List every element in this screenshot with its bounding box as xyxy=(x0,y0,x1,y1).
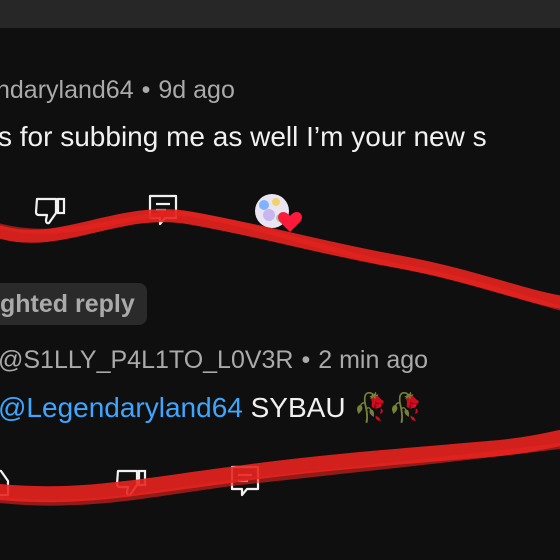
creator-heart-icon xyxy=(278,212,302,232)
thumbs-down-icon xyxy=(34,197,66,225)
dislike-button[interactable] xyxy=(34,196,66,226)
highlighted-reply-badge: ghted reply xyxy=(0,283,147,325)
reply-text: @Legendaryland64 SYBAU 🥀🥀 xyxy=(0,391,423,424)
thumbs-down-icon xyxy=(115,469,147,497)
reply-author[interactable]: @S1LLY_P4L1TO_L0V3R xyxy=(0,346,293,374)
reply-meta: @S1LLY_P4L1TO_L0V3R • 2 min ago xyxy=(0,346,428,375)
comment-time[interactable]: 9d ago xyxy=(158,76,234,104)
creator-avatar xyxy=(255,194,302,232)
creator-heart-badge xyxy=(254,193,302,240)
reply-comment-icon xyxy=(230,465,260,497)
like-button[interactable] xyxy=(0,468,18,498)
thumbs-up-icon xyxy=(0,469,10,497)
comment-author[interactable]: ndaryland64 xyxy=(0,76,134,104)
comment-text: s for subbing me as well I’m your new s xyxy=(0,121,487,152)
meta-separator: • xyxy=(141,76,151,104)
reply-time[interactable]: 2 min ago xyxy=(318,346,428,374)
reply-mention-link[interactable]: @Legendaryland64 xyxy=(0,392,243,423)
reply-body: SYBAU xyxy=(250,392,346,423)
reply-dislike-button[interactable] xyxy=(115,468,147,498)
comment-meta: ndaryland64 • 9d ago xyxy=(0,76,235,105)
reply-comment-icon xyxy=(148,194,178,226)
meta-separator: • xyxy=(301,346,311,374)
reply-emoji: 🥀🥀 xyxy=(353,392,424,423)
top-bar xyxy=(0,0,560,28)
highlighted-reply-label: ghted reply xyxy=(0,289,135,318)
reply-reply-button[interactable] xyxy=(229,464,261,498)
reply-comment-button[interactable] xyxy=(147,193,179,227)
